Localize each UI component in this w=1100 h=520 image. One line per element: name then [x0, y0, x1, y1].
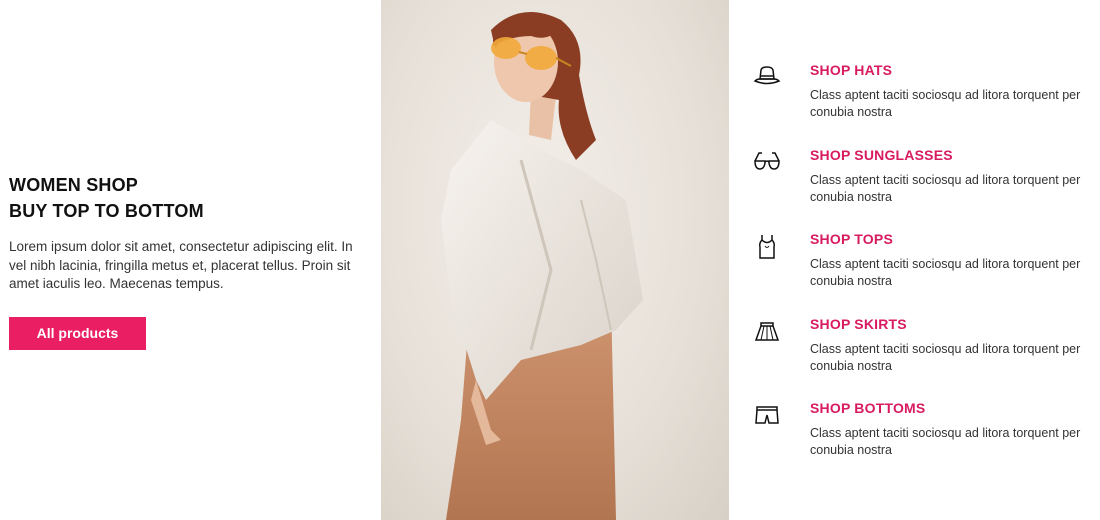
tank-top-icon [759, 235, 775, 259]
hero-title: WOMEN SHOP BUY TOP TO BOTTOM [9, 172, 369, 224]
category-item-sunglasses[interactable]: SHOP SUNGLASSES Class aptent taciti soci… [750, 145, 1095, 230]
hero-section: WOMEN SHOP BUY TOP TO BOTTOM Lorem ipsum… [9, 172, 369, 350]
category-description: Class aptent taciti sociosqu ad litora t… [810, 88, 1081, 119]
model-photo [381, 0, 729, 520]
category-description: Class aptent taciti sociosqu ad litora t… [810, 257, 1081, 288]
hero-title-line1: WOMEN SHOP [9, 175, 139, 195]
category-title[interactable]: SHOP SUNGLASSES [810, 147, 953, 163]
category-item-tops[interactable]: SHOP TOPS Class aptent taciti sociosqu a… [750, 229, 1095, 314]
category-list: SHOP HATS Class aptent taciti sociosqu a… [750, 60, 1095, 483]
hero-description: Lorem ipsum dolor sit amet, consectetur … [9, 239, 353, 291]
category-description: Class aptent taciti sociosqu ad litora t… [810, 341, 1081, 373]
category-title[interactable]: SHOP BOTTOMS [810, 400, 925, 416]
sunglasses-icon [754, 151, 780, 170]
all-products-button[interactable]: All products [9, 317, 146, 350]
model-illustration [441, 12, 643, 520]
category-title[interactable]: SHOP TOPS [810, 231, 893, 247]
hero-title-line2: BUY TOP TO BOTTOM [9, 201, 204, 221]
category-item-hats[interactable]: SHOP HATS Class aptent taciti sociosqu a… [750, 60, 1095, 145]
category-title[interactable]: SHOP SKIRTS [810, 316, 907, 332]
category-item-bottoms[interactable]: SHOP BOTTOMS Class aptent taciti sociosq… [750, 398, 1095, 483]
category-title[interactable]: SHOP HATS [810, 62, 892, 78]
category-item-skirts[interactable]: SHOP SKIRTS Class aptent taciti sociosqu… [750, 314, 1095, 399]
category-description: Class aptent taciti sociosqu ad litora t… [810, 426, 1081, 457]
hat-icon [753, 66, 781, 85]
category-description: Class aptent taciti sociosqu ad litora t… [810, 172, 1081, 204]
shorts-icon [755, 406, 779, 424]
skirt-icon [754, 321, 780, 341]
